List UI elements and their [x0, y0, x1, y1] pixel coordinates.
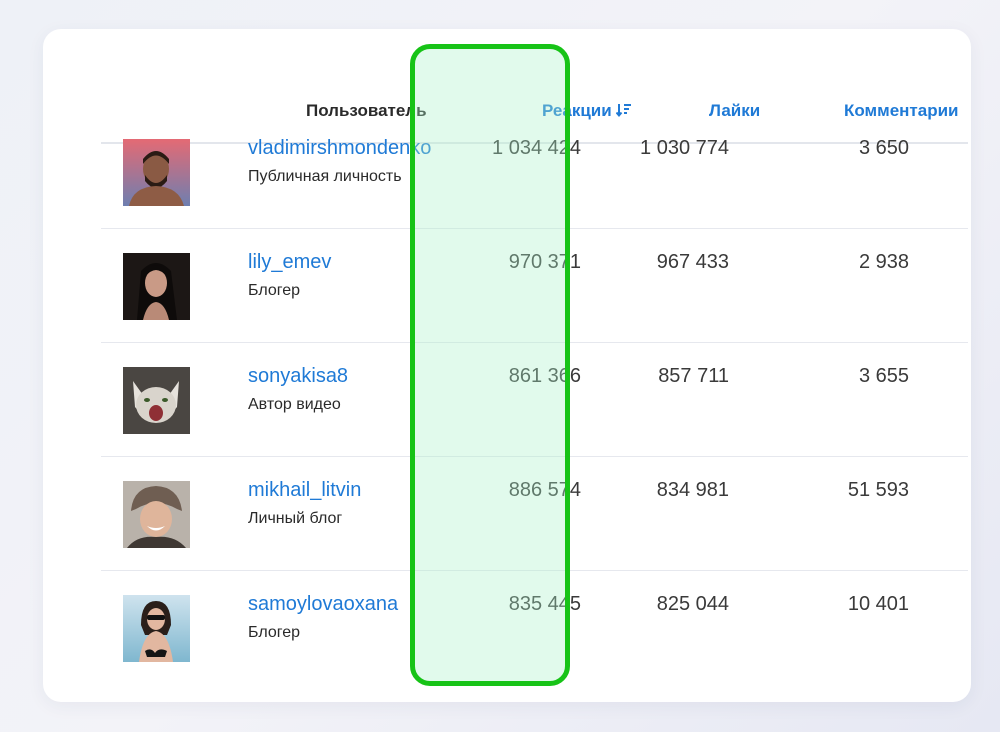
avatar[interactable]	[123, 367, 190, 434]
comments-value: 3 650	[858, 137, 909, 159]
reactions-value: 835 445	[508, 593, 581, 615]
likes-value: 967 433	[656, 251, 729, 273]
likes-value: 825 044	[656, 593, 729, 615]
comments-value: 3 655	[858, 365, 909, 387]
likes-value: 1 030 774	[640, 137, 729, 159]
avatar[interactable]	[123, 139, 190, 206]
table-row: mikhail_litvin Личный блог 886 574 834 9…	[101, 457, 968, 571]
user-category: Блогер	[248, 282, 301, 299]
user-category: Автор видео	[248, 396, 341, 413]
table-row: lily_emev Блогер 970 371 967 433 2 938	[101, 229, 968, 343]
comments-value: 51 593	[847, 479, 909, 501]
reactions-value: 1 034 424	[492, 137, 581, 159]
likes-value: 834 981	[656, 479, 729, 501]
table-row: vladimirshmondenko Публичная личность 1 …	[101, 115, 968, 229]
comments-value: 2 938	[858, 251, 909, 273]
comments-value: 10 401	[847, 593, 909, 615]
reactions-value: 886 574	[508, 479, 581, 501]
avatar[interactable]	[123, 253, 190, 320]
user-category: Блогер	[248, 624, 301, 641]
avatar[interactable]	[123, 595, 190, 662]
username-link[interactable]: samoylovaoxana	[248, 593, 398, 616]
table-row: sonyakisa8 Автор видео 861 366 857 711 3…	[101, 343, 968, 457]
table-row: samoylovaoxana Блогер 835 445 825 044 10…	[101, 571, 968, 685]
reactions-value: 970 371	[508, 251, 581, 273]
username-link[interactable]: vladimirshmondenko	[248, 137, 431, 160]
username-link[interactable]: mikhail_litvin	[248, 479, 361, 502]
reactions-value: 861 366	[508, 365, 581, 387]
avatar[interactable]	[123, 481, 190, 548]
likes-value: 857 711	[658, 365, 729, 387]
username-link[interactable]: lily_emev	[248, 251, 331, 274]
stats-card: Пользователь Реакции Лайки Комментарии v…	[43, 29, 971, 702]
user-category: Личный блог	[248, 510, 343, 527]
username-link[interactable]: sonyakisa8	[248, 365, 348, 388]
user-category: Публичная личность	[248, 168, 402, 185]
